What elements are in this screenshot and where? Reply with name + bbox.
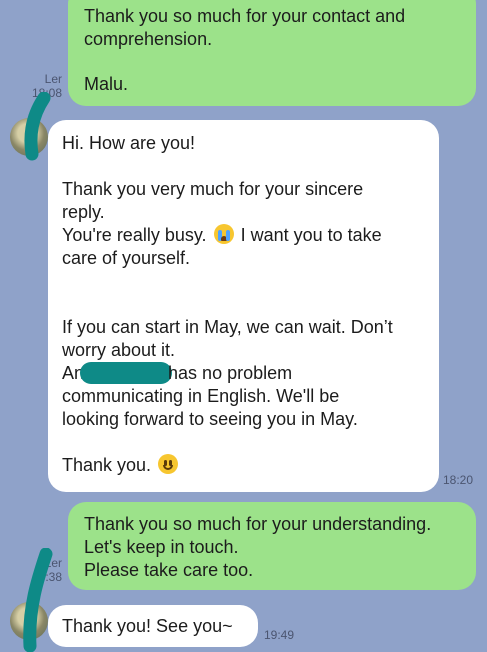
outgoing-message-1[interactable]: Thank you so much for your contact and c… (68, 0, 476, 106)
message-signature: Malu. (84, 74, 129, 94)
paragraph-2: You're really busy. I want you to take c… (62, 224, 425, 270)
paragraph-5: Thank you. (62, 454, 425, 477)
closing-text: Thank you. (62, 455, 152, 475)
read-receipt: Ler (44, 72, 62, 86)
paragraph-3: If you can start in May, we can wait. Do… (62, 317, 393, 360)
paragraph-1: Thank you very much for your sincere rep… (62, 179, 364, 222)
outgoing-message-3[interactable]: Thank you so much for your understanding… (68, 502, 476, 590)
message-text: Thank you so much for your understanding… (84, 514, 432, 580)
incoming-message-2[interactable]: Hi. How are you! Thank you very much for… (48, 120, 439, 492)
timestamp: 19:49 (264, 628, 295, 642)
crying-face-icon (213, 224, 234, 244)
timestamp: 18:20 (443, 473, 474, 487)
greeting-text: Hi. How are you! (62, 133, 196, 153)
message-text: Thank you! See you~ (62, 616, 233, 636)
paragraph-2a: You're really busy. (62, 225, 207, 245)
message-text: Thank you so much for your contact and c… (84, 6, 406, 49)
redacted-name (80, 362, 173, 384)
incoming-message-4[interactable]: Thank you! See you~ (48, 605, 258, 647)
paragraph-4: An has no problem communicating in Englis… (62, 362, 425, 431)
smiling-face-icon (158, 454, 179, 474)
